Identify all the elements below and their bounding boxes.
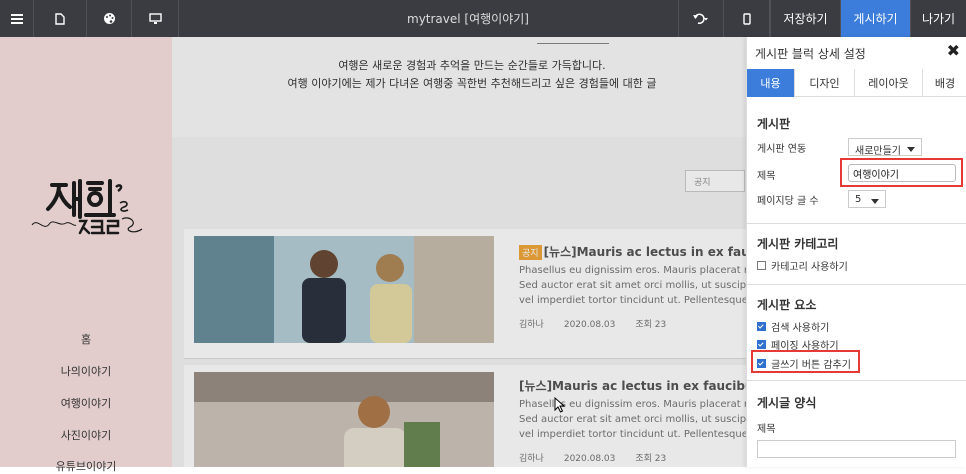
site-sidebar: 홈 나의이야기 여행이야기 사진이야기 유튜브이야기 xyxy=(0,37,172,473)
page-canvas: 여행은 새로운 경험과 추억을 만드는 순간들로 가득합니다. 여행 이야기에는… xyxy=(172,37,746,467)
settings-tabs: 내용 디자인 레이아웃 배경 xyxy=(747,69,966,97)
per-page-label: 페이지당 글 수 xyxy=(757,196,819,207)
close-icon[interactable]: ✖ xyxy=(947,41,960,60)
page-icon[interactable] xyxy=(34,0,87,37)
post-excerpt-line: Phasellus eu dignissim eros. Mauris plac… xyxy=(519,265,746,276)
section-board-category: 게시판 카테고리 xyxy=(757,237,839,251)
nav-item-home[interactable]: 홈 xyxy=(0,331,172,347)
section-board-elements: 게시판 요소 xyxy=(757,298,817,312)
intro-block[interactable]: 여행은 새로운 경험과 추억을 만드는 순간들로 가득합니다. 여행 이야기에는… xyxy=(172,37,746,137)
intro-text-line1: 여행은 새로운 경험과 추억을 만드는 순간들로 가득합니다. xyxy=(338,59,606,72)
post-excerpt-line: vel imperdiet tortor tincidunt ut. Pelle… xyxy=(519,295,746,306)
mouse-cursor-icon xyxy=(554,397,566,413)
post-item[interactable]: 공지[뉴스]Mauris ac lectus in ex faucibus Ph… xyxy=(184,229,746,359)
post-excerpt-line: vel imperdiet tortor tincidunt ut. Pelle… xyxy=(519,429,746,440)
undo-dropdown[interactable] xyxy=(678,0,724,37)
post-meta: 김하나 2020.08.03 조회 23 xyxy=(519,451,686,464)
post-excerpt-line: Sed auctor erat sit amet orci mollis, ut… xyxy=(519,414,746,425)
panel-title: 게시판 블럭 상세 설정 xyxy=(755,46,866,61)
intro-divider xyxy=(537,43,609,44)
post-date: 2020.08.03 xyxy=(563,320,616,330)
board-link-label: 게시판 연동 xyxy=(757,144,807,155)
section-post-format: 게시글 양식 xyxy=(757,396,817,410)
post-excerpt-line: Sed auctor erat sit amet orci mollis, ut… xyxy=(519,280,746,291)
post-title-label: 제목 xyxy=(757,424,776,435)
post-item[interactable]: [뉴스]Mauris ac lectus in ex faucibus con … xyxy=(184,365,746,467)
nav-item-photo-story[interactable]: 사진이야기 xyxy=(0,427,172,443)
post-thumbnail xyxy=(194,236,494,343)
checkbox-checked[interactable] xyxy=(757,340,766,349)
post-title[interactable]: [뉴스]Mauris ac lectus in ex faucibus con xyxy=(519,377,746,394)
nav-item-travel-story[interactable]: 여행이야기 xyxy=(0,395,172,411)
checkbox-checked[interactable] xyxy=(757,322,766,331)
block-settings-panel: 게시판 블럭 상세 설정 ✖ 내용 디자인 레이아웃 배경 게시판 게시판 연동… xyxy=(746,37,966,467)
post-date: 2020.08.03 xyxy=(563,454,616,464)
post-meta: 김하나 2020.08.03 조회 23 xyxy=(519,317,686,330)
exit-button[interactable]: 나가기 xyxy=(910,0,966,37)
chevron-down-icon xyxy=(907,147,915,152)
board-link-dropdown[interactable]: 새로만들기 xyxy=(848,138,922,157)
post-author: 김하나 xyxy=(519,454,544,464)
intro-text-line2: 여행 이야기에는 제가 다녀온 여행중 꼭한번 추천해드리고 싶은 경험들에 대… xyxy=(287,77,657,90)
board-list: 공지 공지[뉴스]Mauris ac lectus in ex faucibus… xyxy=(172,137,746,467)
per-page-dropdown[interactable]: 5 xyxy=(848,190,886,208)
category-use-checkbox[interactable]: 카테고리 사용하기 xyxy=(757,258,848,273)
tab-content[interactable]: 내용 xyxy=(747,69,795,97)
checkbox-unchecked[interactable] xyxy=(757,261,766,270)
palette-icon[interactable] xyxy=(87,0,132,37)
menu-icon[interactable] xyxy=(0,0,34,37)
post-author: 김하나 xyxy=(519,320,544,330)
save-button[interactable]: 저장하기 xyxy=(770,0,840,37)
post-views: 조회 23 xyxy=(635,320,667,330)
search-use-checkbox[interactable]: 검색 사용하기 xyxy=(757,319,829,334)
chevron-down-icon xyxy=(871,199,879,204)
tab-background[interactable]: 배경 xyxy=(923,69,966,97)
notice-badge: 공지 xyxy=(519,245,542,260)
post-title[interactable]: 공지[뉴스]Mauris ac lectus in ex faucibus xyxy=(519,243,746,260)
nav-item-youtube-story[interactable]: 유튜브이야기 xyxy=(0,458,172,474)
post-thumbnail xyxy=(194,372,494,467)
title-label: 제목 xyxy=(757,171,776,182)
tab-design[interactable]: 디자인 xyxy=(795,69,855,97)
section-board: 게시판 xyxy=(757,117,791,131)
nav-item-my-story[interactable]: 나의이야기 xyxy=(0,363,172,379)
divider xyxy=(747,380,966,381)
post-title-format-input[interactable] xyxy=(757,440,956,458)
top-toolbar: mytravel [여행이야기] 저장하기 게시하기 나가기 xyxy=(0,0,966,37)
mobile-preview-icon[interactable] xyxy=(724,0,770,37)
divider xyxy=(747,284,966,285)
divider xyxy=(747,223,966,224)
post-views: 조회 23 xyxy=(635,454,667,464)
preview-desktop-icon[interactable] xyxy=(132,0,179,37)
highlight-box-hide-write xyxy=(751,350,860,373)
tab-layout[interactable]: 레이아웃 xyxy=(855,69,923,97)
publish-button[interactable]: 게시하기 xyxy=(840,0,910,37)
highlight-box-title xyxy=(840,158,963,187)
sort-dropdown[interactable]: 공지 xyxy=(685,170,745,192)
site-logo xyxy=(31,179,143,235)
